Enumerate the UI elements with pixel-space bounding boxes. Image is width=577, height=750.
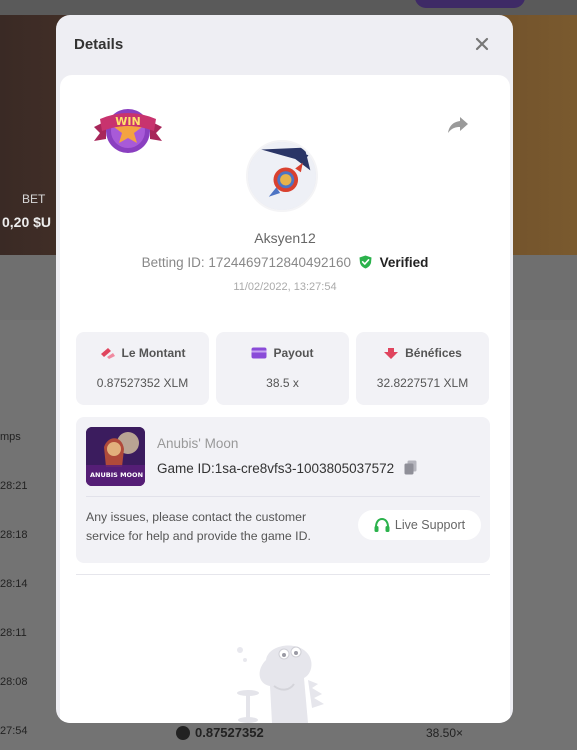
background-multiplier: 38.50× <box>426 726 464 740</box>
stat-payout-value: 38.5 x <box>266 376 299 390</box>
support-message: Any issues, please contact the customer … <box>86 510 311 543</box>
game-id-label: Game ID: <box>157 461 215 476</box>
background-time: 28:08 <box>0 676 28 688</box>
card-icon <box>251 347 267 359</box>
background-time: 28:21 <box>0 480 28 492</box>
live-support-button[interactable]: Live Support <box>358 510 481 540</box>
live-support-label: Live Support <box>394 518 466 532</box>
background-column-header: mps <box>0 431 21 443</box>
bet-timestamp: 11/02/2022, 13:27:54 <box>233 281 337 293</box>
betting-id-value: 1724469712840492160 <box>208 255 352 270</box>
close-button[interactable] <box>472 34 492 54</box>
game-thumbnail[interactable]: ANUBIS MOON <box>86 427 145 486</box>
coins-icon <box>100 348 115 359</box>
game-id-value: 1sa-cre8vfs3-1003805037572 <box>214 461 395 476</box>
headset-icon <box>374 517 390 532</box>
close-icon <box>475 37 489 51</box>
win-badge-icon: WIN <box>92 97 164 157</box>
stat-payout-label: Payout <box>273 346 314 360</box>
background-amount-value: 0.87527352 <box>195 725 264 740</box>
background-bet-value: 0,20 $U <box>2 214 52 230</box>
background-time: 28:11 <box>0 627 27 639</box>
share-icon <box>448 117 468 133</box>
verified-shield-icon <box>359 255 372 269</box>
profit-icon <box>384 348 399 359</box>
modal-title: Details <box>74 36 124 53</box>
background-time: 28:14 <box>0 578 28 590</box>
stat-profit-value: 32.8227571 XLM <box>376 376 469 390</box>
divider <box>86 496 480 497</box>
details-modal: Details WIN Aksyen12 Betting ID: 1724469… <box>56 15 513 723</box>
game-name[interactable]: Anubis' Moon <box>157 436 238 451</box>
share-button[interactable] <box>446 115 470 135</box>
copy-icon[interactable] <box>404 460 417 475</box>
background-bet-label: BET <box>22 192 46 206</box>
avatar <box>246 140 318 212</box>
divider <box>76 574 490 575</box>
stat-payout: Payout 38.5 x <box>216 332 349 405</box>
betting-id-label: Betting ID: <box>141 255 205 270</box>
game-info-box: ANUBIS MOON Anubis' Moon Game ID:1sa-cre… <box>76 417 490 563</box>
stat-amount: Le Montant 0.87527352 XLM <box>76 332 209 405</box>
background-header-button[interactable] <box>415 0 525 8</box>
win-badge-text: WIN <box>115 115 140 128</box>
background-time: 28:18 <box>0 529 28 541</box>
game-thumbnail-text: ANUBIS MOON <box>90 471 143 479</box>
stat-amount-label: Le Montant <box>121 346 186 360</box>
stat-profit-label: Bénéfices <box>405 346 462 360</box>
coin-icon <box>176 725 190 740</box>
dinosaur-mascot-icon <box>228 640 338 723</box>
stat-amount-value: 0.87527352 XLM <box>96 376 189 390</box>
stat-profit: Bénéfices 32.8227571 XLM <box>356 332 489 405</box>
username: Aksyen12 <box>254 230 316 246</box>
verified-label: Verified <box>379 255 429 270</box>
bet-details-card: WIN Aksyen12 Betting ID: 172446971284049… <box>60 75 510 723</box>
background-time: 27:54 <box>0 725 28 737</box>
game-id-row: Game ID:1sa-cre8vfs3-1003805037572 <box>157 460 417 476</box>
background-amount: 0.87527352 <box>176 725 264 740</box>
betting-id-row: Betting ID: 1724469712840492160 Verified <box>60 255 510 270</box>
